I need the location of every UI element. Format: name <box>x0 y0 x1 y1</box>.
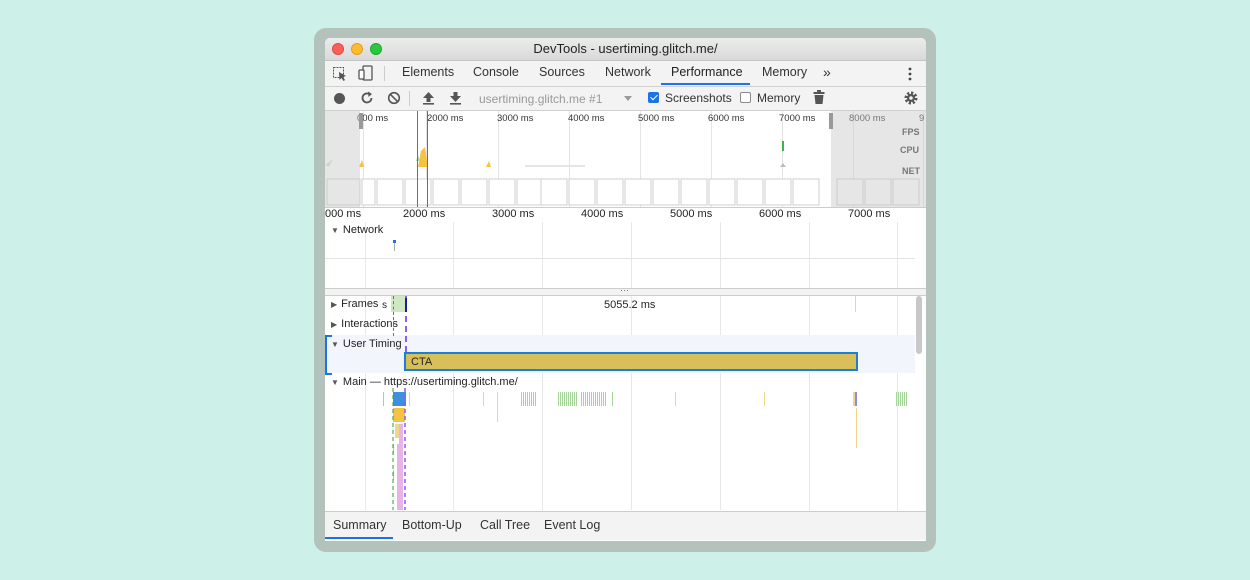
overview-tick: 7000 ms <box>779 113 816 124</box>
dcl-marker <box>417 111 418 207</box>
ruler-tick: 2000 ms <box>403 208 446 220</box>
first-paint-marker <box>405 298 407 312</box>
ruler-tick: 6000 ms <box>759 208 802 220</box>
tab-performance[interactable]: Performance <box>671 65 743 79</box>
interactions-track-label: Interactions <box>341 318 399 330</box>
user-timing-track-header[interactable]: ▼ User Timing <box>331 338 402 350</box>
more-tabs-button[interactable]: » <box>823 64 831 80</box>
timeline-overview[interactable]: 000 ms 2000 ms 3000 ms 4000 ms 5000 ms 6… <box>325 111 926 208</box>
frames-track-label: Frames <box>341 298 379 310</box>
resizer-dots-icon: ··· <box>620 285 629 295</box>
overview-tick: 3000 ms <box>497 113 534 124</box>
fps-label: FPS <box>902 127 920 137</box>
chevron-down-icon <box>624 96 632 101</box>
cta-measure-bar[interactable]: CTA <box>404 352 858 371</box>
cpu-label: CPU <box>900 145 920 155</box>
kebab-menu-icon[interactable] <box>907 67 913 81</box>
tab-bottom-up[interactable]: Bottom-Up <box>402 518 462 532</box>
window-title: DevTools - usertiming.glitch.me/ <box>533 41 718 56</box>
network-track-header[interactable]: ▼ Network <box>331 224 383 236</box>
overview-tick: 4000 ms <box>568 113 605 124</box>
screenshots-label: Screenshots <box>665 91 732 105</box>
overview-handle-right[interactable] <box>829 113 833 129</box>
tab-elements[interactable]: Elements <box>402 65 454 79</box>
main-thread-flame-chart <box>383 388 907 510</box>
vertical-scrollbar[interactable] <box>916 296 922 354</box>
memory-checkbox[interactable] <box>740 92 751 103</box>
tab-call-tree[interactable]: Call Tree <box>480 518 530 532</box>
tab-event-log[interactable]: Event Log <box>544 518 600 532</box>
ruler-tick: 7000 ms <box>848 208 891 220</box>
active-tab-indicator <box>661 83 750 85</box>
panel-tabs-bar: Elements Console Sources Network Perform… <box>325 61 926 87</box>
ruler-tick: 5000 ms <box>670 208 713 220</box>
active-details-tab-indicator <box>325 537 393 539</box>
overview-shade-left <box>325 111 360 207</box>
ruler-tick: 4000 ms <box>581 208 624 220</box>
gear-icon[interactable] <box>903 90 919 106</box>
overview-tick: 6000 ms <box>708 113 745 124</box>
device-toolbar-icon[interactable] <box>358 65 374 82</box>
reload-record-icon[interactable] <box>360 91 374 105</box>
ruler-tick: 000 ms <box>325 208 362 220</box>
network-row-divider <box>325 258 915 259</box>
main-track-label: Main — https://usertiming.glitch.me/ <box>342 376 518 388</box>
performance-toolbar: usertiming.glitch.me #1 Screenshots Memo… <box>325 87 926 111</box>
dcl-marker-line <box>393 296 394 336</box>
title-bar: DevTools - usertiming.glitch.me/ <box>325 38 926 61</box>
memory-label: Memory <box>757 91 801 105</box>
tab-memory[interactable]: Memory <box>762 65 807 79</box>
interactions-track-header[interactable]: ▶ Interactions <box>331 318 398 330</box>
trash-icon[interactable] <box>813 90 825 105</box>
frame-duration-label: 5055.2 ms <box>604 299 656 311</box>
save-profile-icon[interactable] <box>449 91 462 105</box>
timeline-ruler: 000 ms 2000 ms 3000 ms 4000 ms 5000 ms 6… <box>325 208 926 222</box>
net-label: NET <box>902 166 920 176</box>
overview-tick: 5000 ms <box>638 113 675 124</box>
record-icon[interactable] <box>333 92 346 105</box>
devtools-window: DevTools - usertiming.glitch.me/ Element… <box>325 38 926 541</box>
load-profile-icon[interactable] <box>422 91 435 105</box>
frames-track-header[interactable]: ▶ Frames <box>331 298 378 310</box>
screenshots-checkbox[interactable] <box>648 92 659 103</box>
network-request-tail <box>394 243 395 251</box>
cta-measure-label: CTA <box>411 356 433 368</box>
user-timing-track-label: User Timing <box>342 338 402 350</box>
tab-sources[interactable]: Sources <box>539 65 585 79</box>
ruler-tick: 3000 ms <box>492 208 535 220</box>
tab-network[interactable]: Network <box>605 65 651 79</box>
overview-tick: 2000 ms <box>427 113 464 124</box>
inspect-element-icon[interactable] <box>332 66 348 82</box>
network-track-label: Network <box>342 224 384 236</box>
tab-summary[interactable]: Summary <box>333 518 386 532</box>
clear-icon[interactable] <box>387 91 401 105</box>
load-marker <box>427 111 428 207</box>
frames-track-suffix: s <box>382 300 387 311</box>
details-tabs-bar: Summary Bottom-Up Call Tree Event Log <box>325 511 926 540</box>
tab-console[interactable]: Console <box>473 65 519 79</box>
overview-shade-right <box>831 111 926 207</box>
profile-select[interactable]: usertiming.glitch.me #1 <box>479 92 602 106</box>
toolbar-divider <box>409 91 410 106</box>
tabs-divider <box>384 66 385 81</box>
frame-mark <box>855 296 856 312</box>
overview-handle-left[interactable] <box>359 113 363 129</box>
main-track-header[interactable]: ▼ Main — https://usertiming.glitch.me/ <box>331 376 518 388</box>
